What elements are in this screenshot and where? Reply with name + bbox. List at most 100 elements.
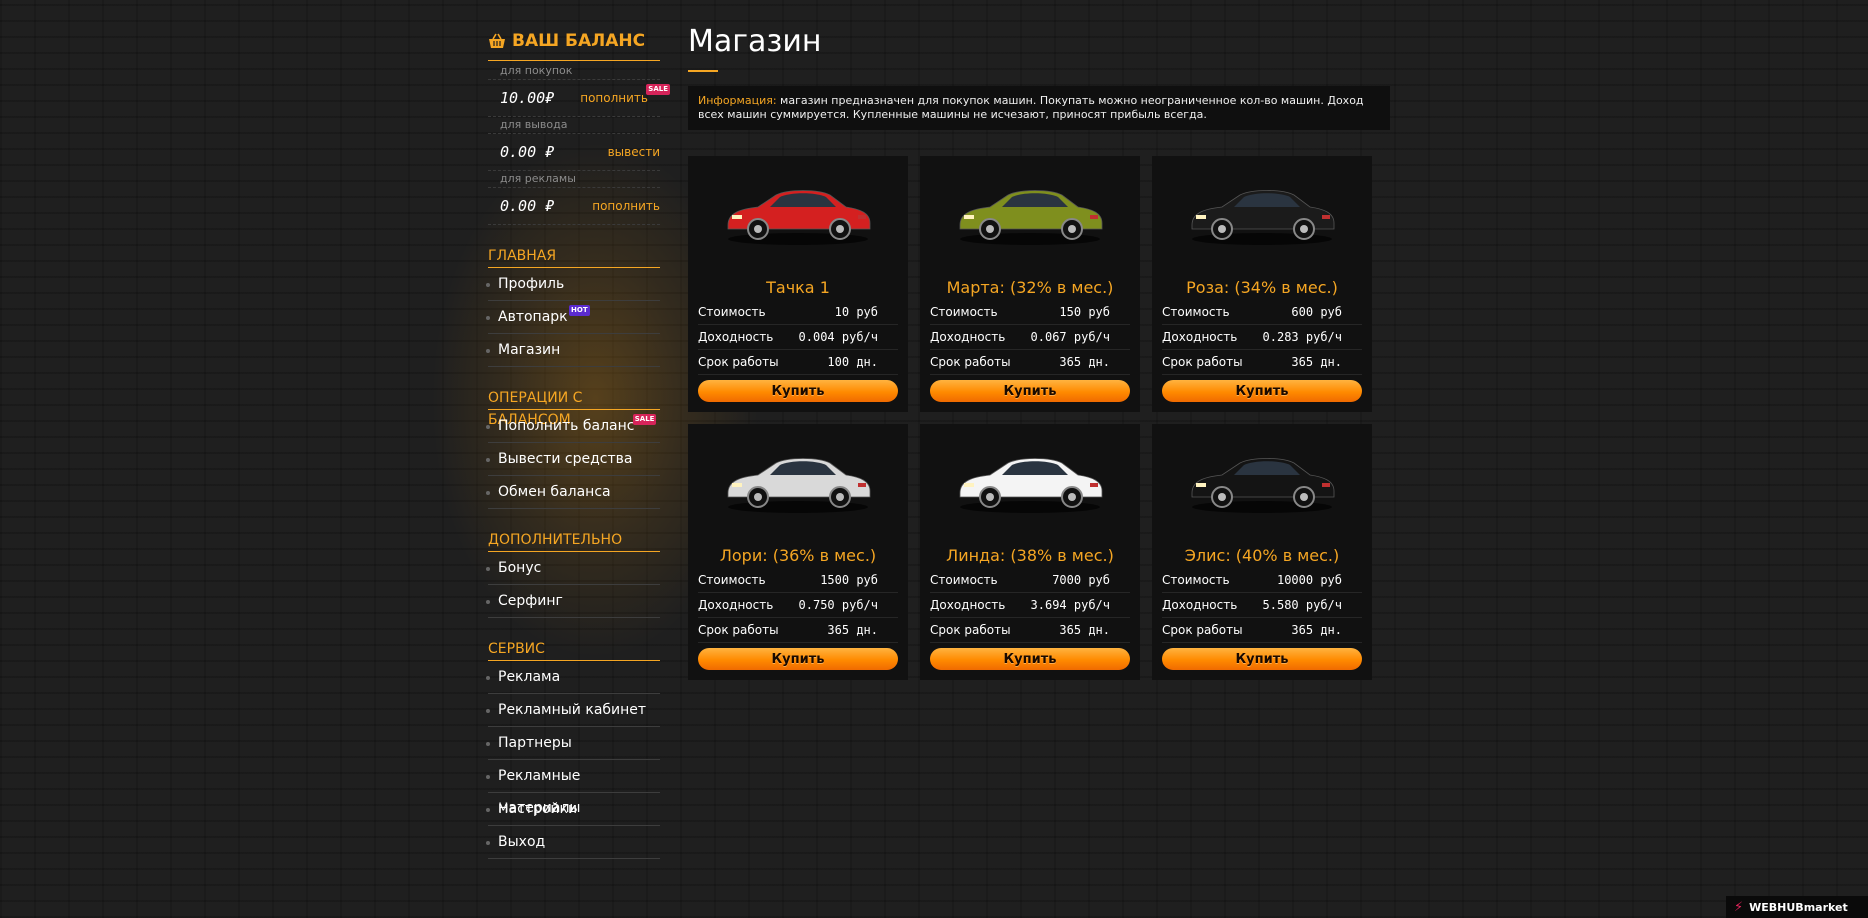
car-image — [1162, 156, 1362, 262]
car-illustration — [959, 458, 1103, 513]
nav-heading: ДОПОЛНИТЕЛЬНО — [488, 529, 660, 552]
car-image — [1162, 424, 1362, 530]
sidebar-item-text: Пополнить баланс — [498, 418, 635, 434]
stat-label: Срок работы — [698, 623, 779, 637]
sidebar-item-text: Рекламный кабинет — [498, 702, 647, 718]
stat-label: Срок работы — [930, 355, 1011, 369]
sidebar-item-text: Вывести средства — [498, 451, 633, 467]
nav-section: ДОПОЛНИТЕЛЬНО Бонус Серфинг — [486, 529, 660, 618]
buy-button[interactable]: Купить — [930, 380, 1130, 402]
car-illustration — [959, 190, 1103, 245]
buy-button[interactable]: Купить — [930, 648, 1130, 670]
nav-heading: ГЛАВНАЯ — [488, 245, 660, 268]
sidebar-item[interactable]: Пополнить баланс SALE — [486, 410, 660, 443]
car-stat-term: Срок работы 365 дн. — [930, 618, 1130, 643]
stat-label: Доходность — [1162, 330, 1238, 344]
car-stat-term: Срок работы 100 дн. — [698, 350, 898, 375]
stat-value: 5.580 руб/ч — [1262, 598, 1342, 612]
basket-icon — [488, 33, 506, 49]
sidebar-item-text: Серфинг — [498, 593, 563, 609]
balance-action-link[interactable]: пополнить — [592, 199, 660, 213]
car-name: Лори: (36% в мес.) — [719, 546, 877, 565]
sidebar-item[interactable]: Автопарк HOT — [486, 301, 660, 334]
car-stat-cost: Стоимость 7000 руб — [930, 568, 1130, 593]
stat-label: Доходность — [930, 330, 1006, 344]
stat-value: 7000 руб — [1052, 573, 1110, 587]
car-stat-income: Доходность 3.694 руб/ч — [930, 593, 1130, 618]
webhub-watermark[interactable]: ⚡ WEBHUBmarket — [1726, 896, 1868, 918]
balance-row: 10.00₽ пополнить SALE — [488, 80, 670, 117]
car-stat-term: Срок работы 365 дн. — [1162, 350, 1362, 375]
sidebar-nav: ГЛАВНАЯ Профиль Автопарк HOT Магазин ОПЕРАЦИИ… — [486, 245, 660, 859]
car-illustration — [727, 190, 871, 245]
car-illustration — [727, 458, 871, 513]
stat-label: Стоимость — [930, 305, 998, 319]
car-card: Лори: (36% в мес.) Стоимость 1500 руб Доход… — [688, 424, 908, 680]
balance-action-label: пополнить — [580, 91, 648, 105]
sidebar-item[interactable]: Вывести средства — [486, 443, 660, 476]
stat-value: 3.694 руб/ч — [1030, 598, 1110, 612]
nav-section: ОПЕРАЦИИ С БАЛАНСОМ Пополнить баланс SALE В… — [486, 387, 660, 509]
stat-label: Доходность — [698, 598, 774, 612]
car-stat-cost: Стоимость 150 руб — [930, 300, 1130, 325]
stat-value: 365 дн. — [827, 623, 878, 637]
car-stat-income: Доходность 0.004 руб/ч — [698, 325, 898, 350]
buy-button[interactable]: Купить — [698, 648, 898, 670]
car-card: Марта: (32% в мес.) Стоимость 150 руб Доход… — [920, 156, 1140, 412]
sidebar-item[interactable]: Обмен баланса — [486, 476, 660, 509]
buy-button[interactable]: Купить — [1162, 380, 1362, 402]
sidebar-item-text: Партнеры — [498, 735, 572, 751]
nav-section: СЕРВИС Реклама Рекламный кабинет Партнеры Ре… — [486, 638, 660, 859]
info-box: Информация: магазин предназначен для пок… — [688, 86, 1390, 130]
sidebar-item-text: Профиль — [498, 276, 565, 292]
buy-button[interactable]: Купить — [1162, 648, 1362, 670]
sidebar-item[interactable]: Партнеры — [486, 727, 660, 760]
balance-row: 0.00 ₽ пополнить — [488, 188, 660, 225]
sidebar-item-label: Рекламный кабинет — [498, 702, 646, 718]
balance-label: для рекламы — [488, 171, 660, 188]
balance-action-link[interactable]: пополнить SALE — [580, 84, 670, 105]
sidebar-item-text: Бонус — [498, 560, 542, 576]
buy-button[interactable]: Купить — [698, 380, 898, 402]
page-title: Магазин — [688, 24, 822, 59]
stat-value: 0.283 руб/ч — [1262, 330, 1342, 344]
car-stat-term: Срок работы 365 дн. — [1162, 618, 1362, 643]
stat-label: Доходность — [1162, 598, 1238, 612]
title-underline — [688, 70, 718, 72]
main-content: Магазин Информация: магазин предназначен… — [688, 20, 1390, 680]
car-card: Тачка 1 Стоимость 10 руб Доходность 0.004 ру… — [688, 156, 908, 412]
sidebar-item[interactable]: Магазин — [486, 334, 660, 367]
car-stat-income: Доходность 0.283 руб/ч — [1162, 325, 1362, 350]
car-stat-cost: Стоимость 10 руб — [698, 300, 898, 325]
stat-value: 1500 руб — [820, 573, 878, 587]
car-name: Роза: (34% в мес.) — [1186, 278, 1338, 297]
sidebar-item[interactable]: Выход — [486, 826, 660, 859]
balance-rows: для покупок 10.00₽ пополнить SALE для вывода… — [488, 63, 670, 225]
car-card: Линда: (38% в мес.) Стоимость 7000 руб Дохо… — [920, 424, 1140, 680]
sidebar-item-text: Обмен баланса — [498, 484, 611, 500]
sidebar-item[interactable]: Рекламный кабинет — [486, 694, 660, 727]
sidebar-item[interactable]: Бонус — [486, 552, 660, 585]
stat-label: Стоимость — [698, 573, 766, 587]
sidebar-item[interactable]: Реклама — [486, 661, 660, 694]
balance-label: для вывода — [488, 117, 660, 134]
car-stat-income: Доходность 0.067 руб/ч — [930, 325, 1130, 350]
sidebar-item[interactable]: Рекламные материалы — [486, 760, 660, 816]
stat-label: Срок работы — [1162, 623, 1243, 637]
stat-value: 0.004 руб/ч — [798, 330, 878, 344]
sidebar-item-label: Настройки — [498, 801, 577, 817]
balance-action-label: пополнить — [592, 199, 660, 213]
sidebar-item-text: Реклама — [498, 669, 561, 685]
info-text: магазин предназначен для покупок машин. … — [698, 94, 1364, 121]
sidebar-item-text: Магазин — [498, 342, 561, 358]
sidebar-item-label: Выход — [498, 834, 545, 850]
sidebar-item[interactable]: Настройки — [486, 793, 660, 826]
sidebar-item-label: Серфинг — [498, 593, 563, 609]
sidebar-item[interactable]: Профиль — [486, 268, 660, 301]
info-label: Информация: — [698, 94, 777, 107]
sidebar-item[interactable]: Серфинг — [486, 585, 660, 618]
balance-action-link[interactable]: вывести — [608, 145, 660, 159]
stat-label: Стоимость — [698, 305, 766, 319]
sidebar-item-label: Обмен баланса — [498, 484, 611, 500]
sidebar-item-label: Магазин — [498, 342, 560, 358]
